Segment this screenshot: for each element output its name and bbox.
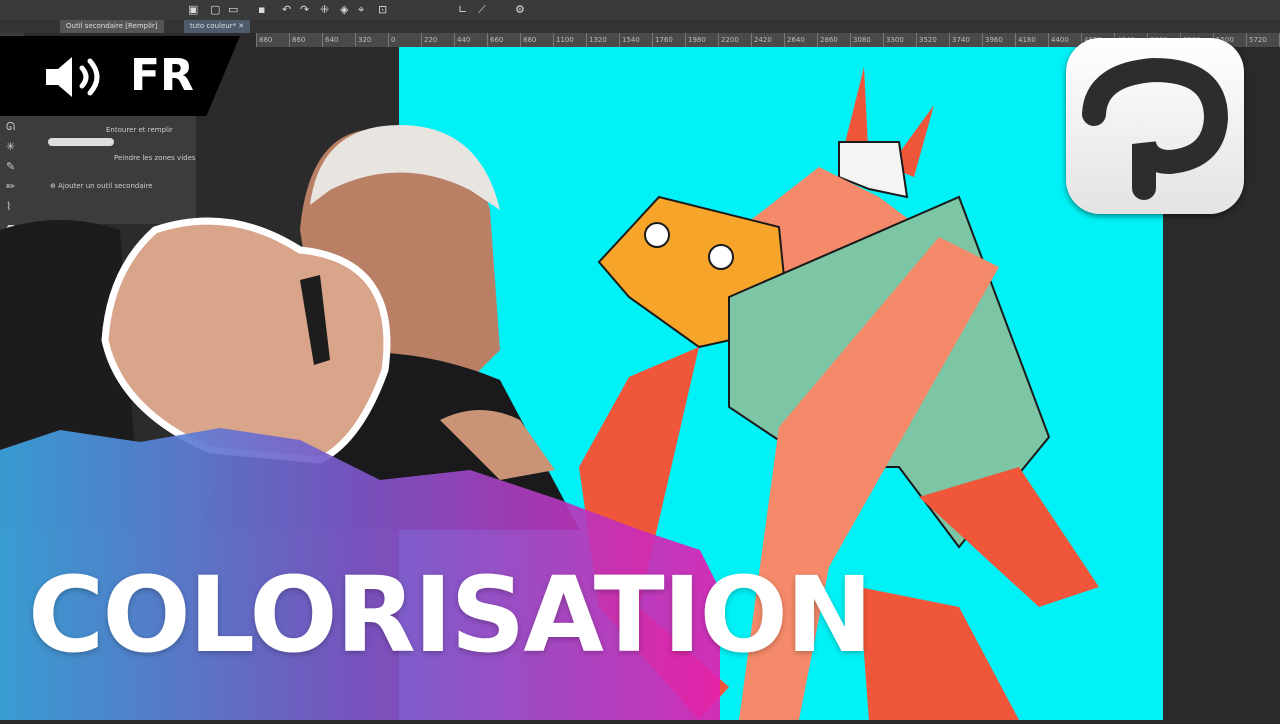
logo-mark-icon xyxy=(1082,57,1229,200)
ruler-tick: 440 xyxy=(454,33,487,47)
ruler-tick: 2200 xyxy=(718,33,751,47)
transform-icon[interactable]: ⌖ xyxy=(358,3,364,17)
ruler-tick: 1760 xyxy=(652,33,685,47)
app-toolbar: ▣ ▢ ▭ ▪ ↶ ↷ ⁜ ◈ ⌖ ⊡ ∟ ⟋ ⚙ xyxy=(0,0,1280,21)
redo-icon[interactable]: ↷ xyxy=(300,3,309,16)
speaker-icon xyxy=(46,57,100,97)
ruler-tick: 5720 xyxy=(1246,33,1279,47)
language-label: FR xyxy=(130,50,194,101)
ruler-tick: 3080 xyxy=(850,33,883,47)
foot xyxy=(859,587,1019,720)
crop-icon[interactable]: ⊡ xyxy=(378,3,387,16)
cat-eye-right xyxy=(708,244,734,270)
ruler-tick: 2860 xyxy=(817,33,850,47)
ruler-tick: 3960 xyxy=(982,33,1015,47)
ruler-tick: 2640 xyxy=(784,33,817,47)
ruler-tick: 860 xyxy=(289,33,322,47)
ruler-tick: 3740 xyxy=(949,33,982,47)
ruler-tick: 660 xyxy=(487,33,520,47)
cat-eye-left xyxy=(644,222,670,248)
ruler-tick: 1540 xyxy=(619,33,652,47)
ruler-tick: 320 xyxy=(355,33,388,47)
fill-icon[interactable]: ◈ xyxy=(340,3,348,16)
tab-document-label: tuto couleur* xyxy=(190,22,237,30)
snap-icon[interactable]: ⟋ xyxy=(478,3,486,17)
tab-subtool[interactable]: Outil secondaire [Remplir] xyxy=(60,20,164,33)
new-file-icon[interactable]: ▢ xyxy=(210,3,220,16)
ruler-tick: 640 xyxy=(322,33,355,47)
tab-document[interactable]: tuto couleur* ✕ xyxy=(184,20,251,33)
clip-studio-logo xyxy=(1066,38,1244,214)
settings-icon[interactable]: ⚙ xyxy=(515,3,525,16)
layer-icon[interactable]: ▣ xyxy=(188,3,198,16)
ruler-tick: 2420 xyxy=(751,33,784,47)
tab-subtool-label: Outil secondaire [Remplir] xyxy=(66,22,158,30)
save-icon[interactable]: ▪ xyxy=(258,3,265,16)
ruler-tick: 880 xyxy=(520,33,553,47)
undo-icon[interactable]: ↶ xyxy=(282,3,291,16)
ruler-tick: 880 xyxy=(256,33,289,47)
ruler-tick: 220 xyxy=(421,33,454,47)
ruler-tick: 0 xyxy=(388,33,421,47)
ruler-tick: 1980 xyxy=(685,33,718,47)
ruler-tick: 1100 xyxy=(553,33,586,47)
video-title: COLORISATION xyxy=(28,554,873,676)
ruler-tick: 1320 xyxy=(586,33,619,47)
open-folder-icon[interactable]: ▭ xyxy=(228,3,238,16)
ruler-snap-icon[interactable]: ∟ xyxy=(458,3,467,16)
ruler-tick: 4180 xyxy=(1015,33,1048,47)
ruler-tick: 3300 xyxy=(883,33,916,47)
selection-icon[interactable]: ⁜ xyxy=(320,3,329,16)
ruler-tick: 3520 xyxy=(916,33,949,47)
language-badge xyxy=(0,36,240,116)
